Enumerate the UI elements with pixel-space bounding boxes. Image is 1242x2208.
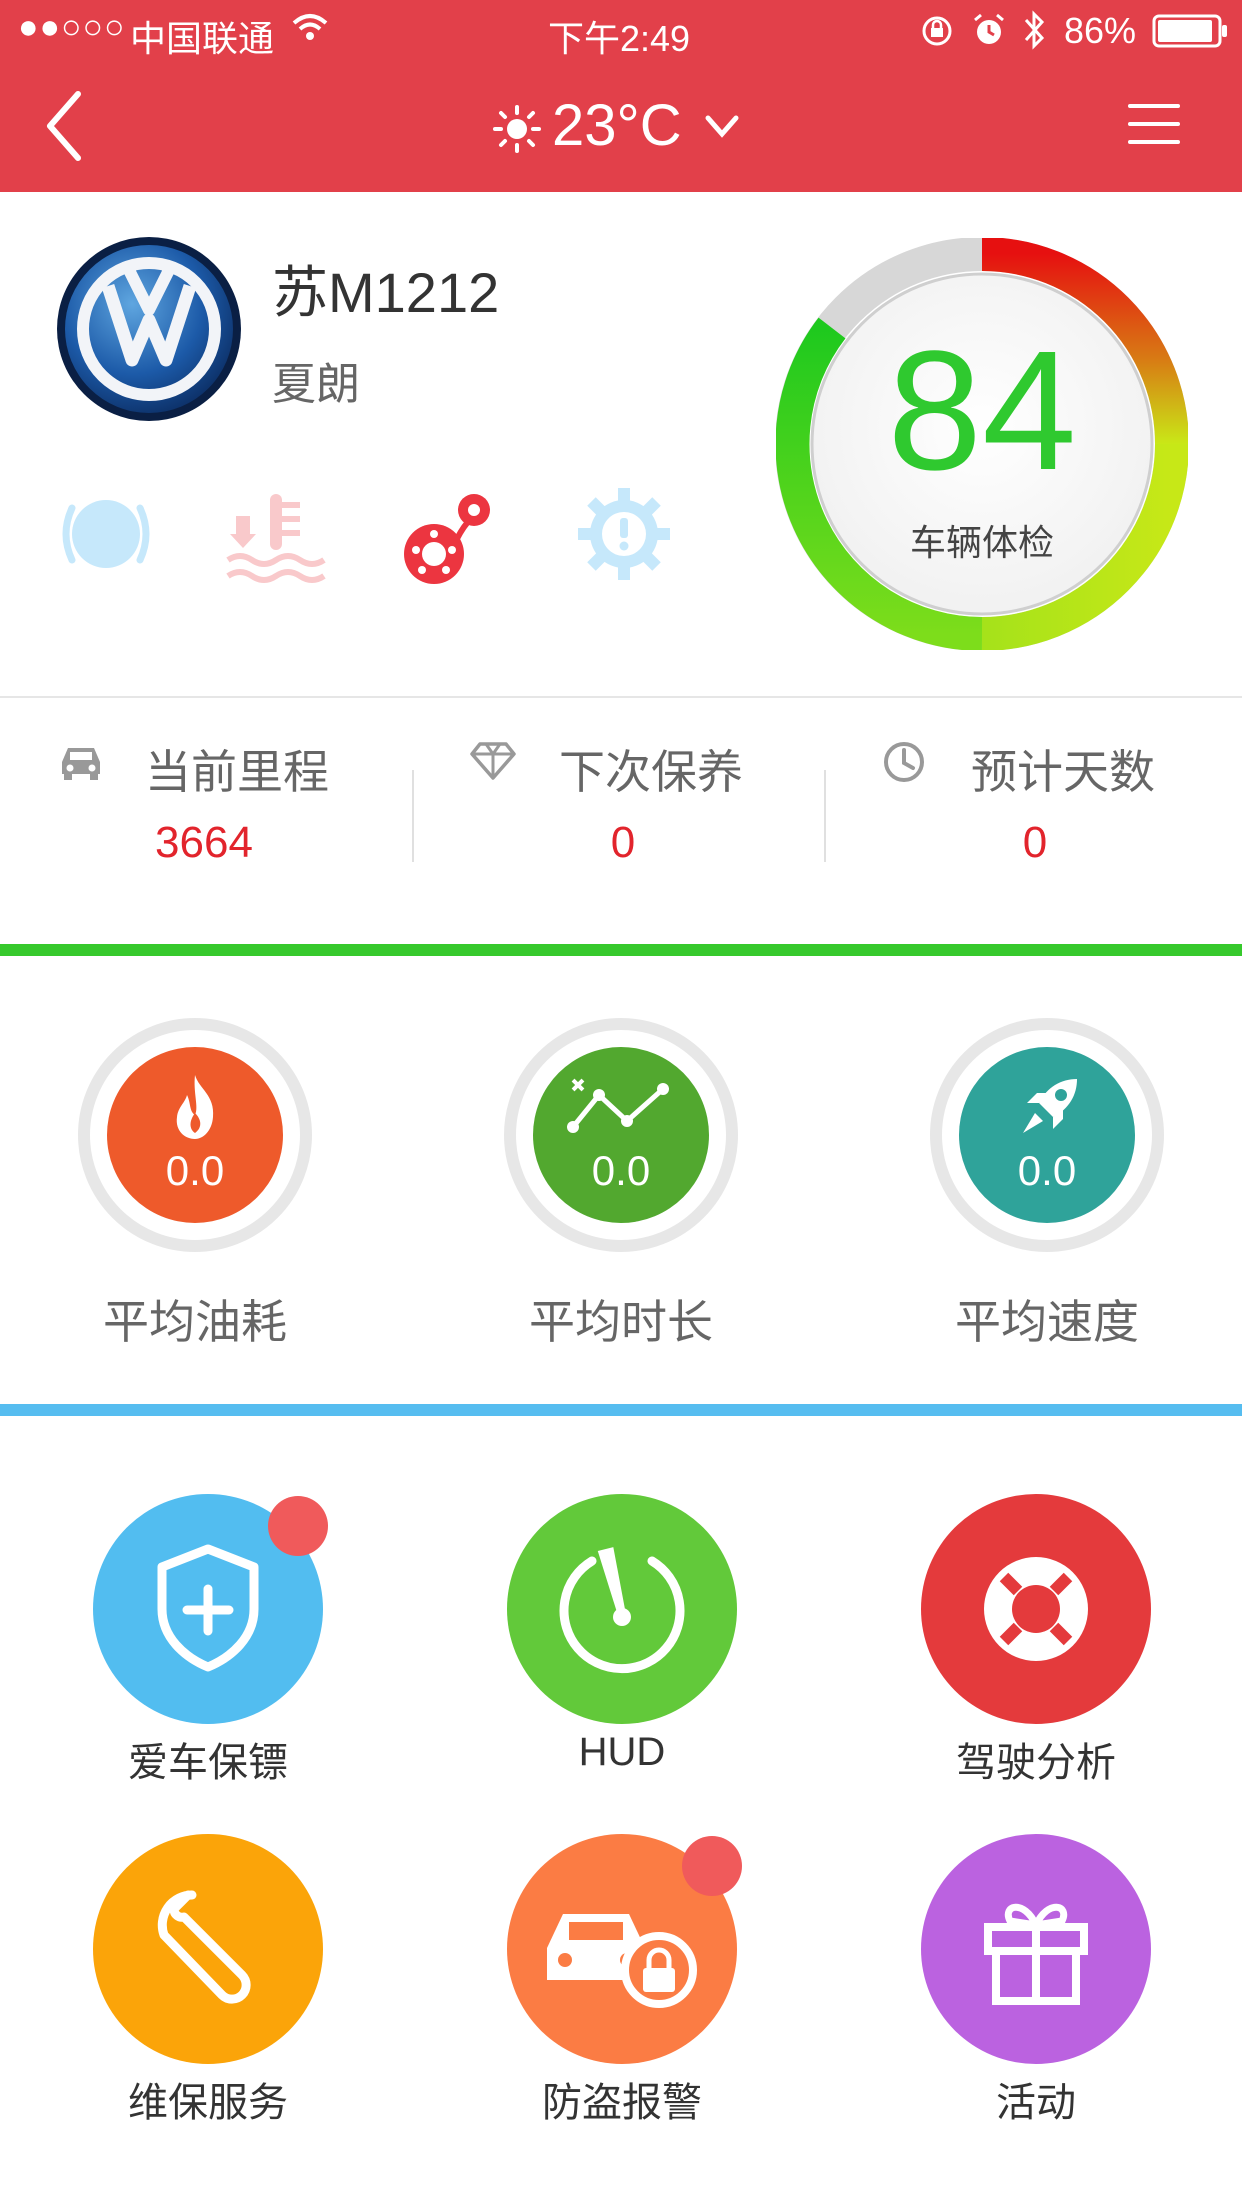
battery-percent: 86% — [1064, 10, 1137, 51]
service-circle — [507, 1494, 737, 1724]
avg-label: 平均油耗 — [103, 1296, 287, 1348]
stat-value: 3664 — [155, 818, 253, 867]
avg-fuel-consumption: 0.0 平均油耗 — [78, 1018, 318, 1348]
service-label: 防盗报警 — [542, 2081, 702, 2125]
stat-label: 下次保养 — [559, 746, 743, 798]
notification-badge — [682, 1836, 742, 1896]
avg-value: 0.0 — [591, 1147, 651, 1194]
coolant-temp-icon[interactable] — [226, 486, 326, 586]
shield-plus-icon — [157, 1544, 259, 1672]
back-button[interactable] — [40, 88, 110, 168]
avg-label: 平均时长 — [529, 1296, 713, 1348]
service-car-guard[interactable]: 爱车保镖 — [40, 1494, 340, 1794]
rotation-lock-icon — [920, 14, 954, 57]
vehicle-model: 夏朗 — [272, 360, 360, 409]
service-activities[interactable]: 活动 — [868, 1834, 1168, 2134]
brake-icon[interactable] — [400, 490, 500, 590]
rocket-icon — [1023, 1079, 1077, 1133]
weather-dropdown[interactable]: 23°C — [480, 92, 780, 162]
service-label: 维保服务 — [128, 2081, 288, 2125]
health-check-gauge[interactable]: 84 车辆体检 — [775, 237, 1189, 651]
stat-estimated-days: 预计天数 0 — [826, 736, 1240, 886]
license-plate: 苏M1212 — [272, 261, 500, 324]
health-check-label: 车辆体检 — [909, 522, 1054, 563]
chevron-down-icon — [705, 115, 739, 138]
avg-value: 0.0 — [165, 1147, 225, 1194]
service-label: 驾驶分析 — [956, 1741, 1116, 1785]
signal-strength: ●●○○○ — [18, 8, 126, 46]
lifebuoy-icon — [984, 1557, 1088, 1661]
stat-mileage: 当前里程 3664 — [0, 736, 414, 886]
menu-button[interactable] — [1128, 100, 1192, 148]
alarm-icon — [972, 12, 1006, 57]
status-time: 下午2:49 — [548, 18, 691, 59]
health-score: 84 — [887, 316, 1077, 506]
sun-icon — [493, 105, 541, 153]
avg-value: 0.0 — [1017, 1147, 1077, 1194]
trend-icon — [567, 1078, 669, 1133]
avg-label: 平均速度 — [955, 1296, 1139, 1348]
service-maintenance[interactable]: 维保服务 — [40, 1834, 340, 2134]
avg-speed: 0.0 平均速度 — [930, 1018, 1170, 1348]
status-bar: ●●○○○ 中国联通 下午2:49 86% — [0, 0, 1242, 62]
avg-disc: 0.0 — [533, 1047, 709, 1223]
service-hud[interactable]: HUD — [454, 1494, 754, 1794]
flame-icon — [176, 1075, 214, 1139]
app-header: ●●○○○ 中国联通 下午2:49 86% 23°C — [0, 0, 1242, 192]
service-circle — [921, 1834, 1151, 2064]
avg-duration: 0.0 平均时长 — [504, 1018, 744, 1348]
temperature-label: 23°C — [552, 93, 682, 158]
service-anti-theft[interactable]: 防盗报警 — [454, 1834, 754, 2134]
car-lock-icon — [547, 1914, 697, 2008]
service-circle — [921, 1494, 1151, 1724]
section-divider — [0, 696, 1242, 698]
service-driving-analysis[interactable]: 驾驶分析 — [868, 1494, 1168, 1794]
service-circle — [93, 1834, 323, 2064]
wrench-icon — [157, 1890, 251, 2004]
avg-disc: 0.0 — [959, 1047, 1135, 1223]
service-label: HUD — [578, 1730, 666, 1774]
avg-disc: 0.0 — [107, 1047, 283, 1223]
service-label: 爱车保镖 — [128, 1741, 288, 1785]
blue-section-bar — [0, 1404, 1242, 1416]
stat-value: 0 — [1022, 818, 1048, 867]
stat-next-maintenance: 下次保养 0 — [414, 736, 828, 886]
engine-fault-icon[interactable] — [576, 486, 672, 582]
gift-icon — [984, 1903, 1088, 2005]
stat-label: 当前里程 — [145, 746, 329, 798]
stat-label: 预计天数 — [971, 746, 1155, 798]
tire-pressure-icon[interactable] — [58, 486, 154, 582]
green-section-bar — [0, 944, 1242, 956]
speedometer-icon — [559, 1547, 685, 1674]
wifi-icon — [290, 10, 330, 52]
service-label: 活动 — [996, 2081, 1076, 2125]
stat-value: 0 — [610, 818, 636, 867]
brand-logo — [56, 236, 242, 422]
notification-badge — [268, 1496, 328, 1556]
bluetooth-icon — [1022, 10, 1046, 59]
carrier-label: 中国联通 — [130, 18, 275, 59]
battery-icon — [1152, 14, 1228, 57]
